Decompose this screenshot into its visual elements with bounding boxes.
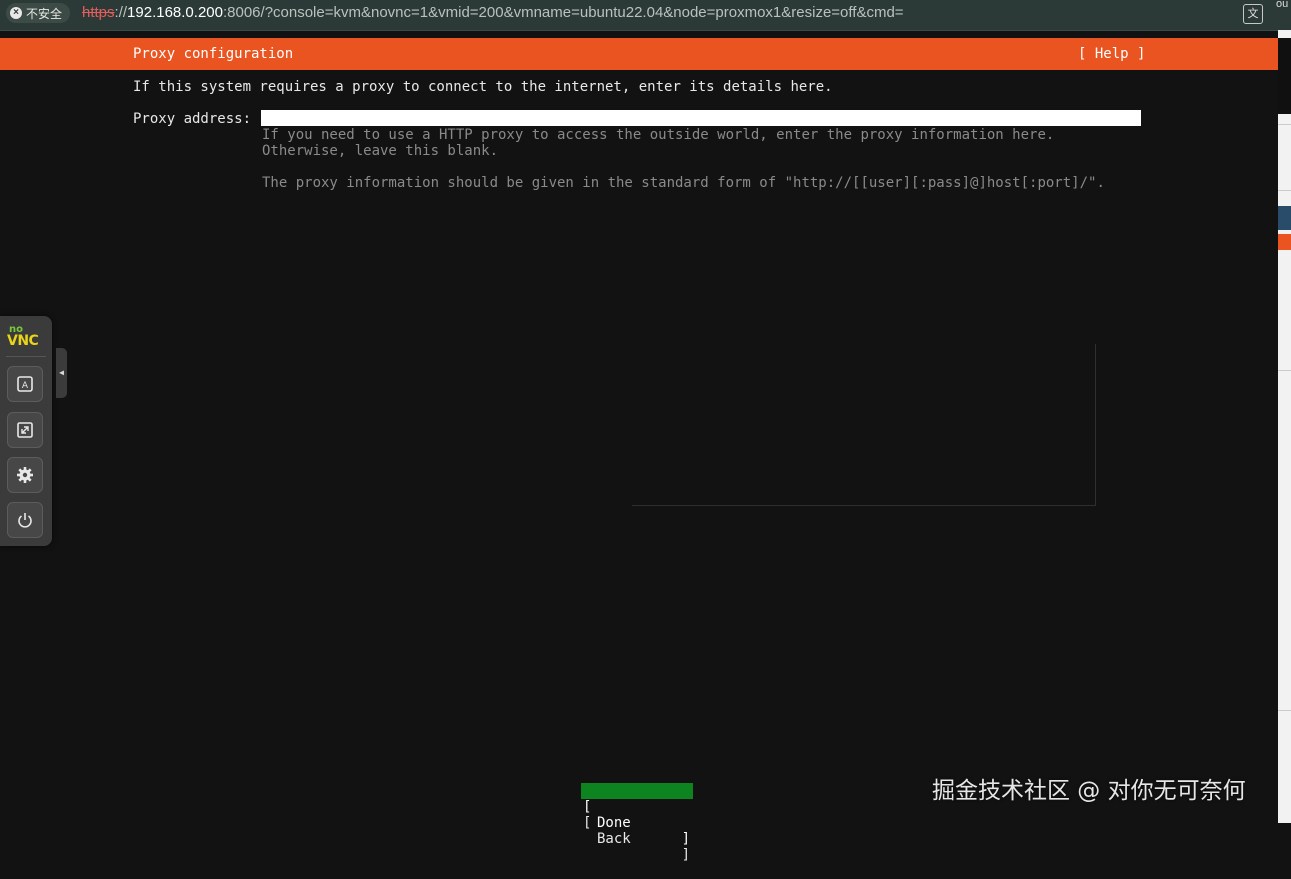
proxy-address-label: Proxy address:	[133, 111, 252, 127]
fullscreen-button[interactable]	[7, 412, 43, 448]
warning-icon: ×	[10, 7, 22, 19]
power-button[interactable]	[7, 502, 43, 538]
help-button[interactable]: [ Help ]	[1078, 46, 1145, 62]
proxy-address-input[interactable]	[261, 110, 1141, 126]
adjacent-window-edge: ou	[1272, 0, 1291, 30]
url-scheme: https	[82, 4, 115, 21]
back-bracket-right: ]	[681, 847, 690, 863]
url-field[interactable]: https://192.168.0.200:8006/?console=kvm&…	[82, 4, 904, 21]
keyboard-icon: A	[17, 376, 33, 392]
novnc-logo: no VNC	[7, 324, 45, 354]
fullscreen-icon	[17, 422, 33, 438]
security-indicator[interactable]: × 不安全	[6, 3, 71, 23]
security-label: 不安全	[26, 6, 63, 21]
settings-icon	[17, 467, 33, 483]
watermark: 掘金技术社区 @ 对你无可奈何	[932, 778, 1246, 804]
svg-text:A: A	[22, 381, 29, 391]
adjacent-line	[1278, 190, 1291, 191]
adjacent-tag	[1278, 206, 1291, 230]
done-button[interactable]: [ Done ]	[581, 783, 693, 847]
novnc-control-bar: no VNC A	[0, 316, 52, 546]
vnc-console[interactable]: Proxy configuration [ Help ] If this sys…	[0, 38, 1278, 863]
adjacent-accent	[1278, 234, 1291, 250]
settings-button[interactable]	[7, 457, 43, 493]
adjacent-dark-block	[1278, 38, 1291, 114]
proxy-format-text: The proxy information should be given in…	[262, 175, 1105, 191]
ghost-overlay-outline	[632, 344, 1096, 506]
translate-icon[interactable]: 文	[1243, 4, 1263, 24]
caret-left-icon: ◀	[59, 368, 64, 377]
logo-vnc: VNC	[7, 333, 39, 349]
installer-header: Proxy configuration [ Help ]	[0, 38, 1278, 70]
adjacent-line	[1278, 124, 1291, 125]
done-bracket-right: ]	[681, 831, 690, 847]
url-separator: ://	[114, 4, 128, 21]
url-host: 192.168.0.200	[127, 4, 223, 21]
proxy-help-text: If you need to use a HTTP proxy to acces…	[262, 127, 1063, 159]
adjacent-window-strip	[1278, 30, 1291, 823]
back-button[interactable]: [ Back ]	[581, 799, 693, 863]
keyboard-button[interactable]: A	[7, 366, 43, 402]
browser-address-bar: × 不安全 https://192.168.0.200:8006/?consol…	[0, 0, 1291, 31]
collapse-handle[interactable]: ◀	[56, 348, 67, 398]
page-title: Proxy configuration	[133, 46, 294, 62]
adjacent-line	[1278, 710, 1291, 711]
back-bracket-left: [	[583, 815, 592, 831]
divider	[6, 356, 46, 357]
adjacent-line	[1278, 370, 1291, 371]
url-path: :8006/?console=kvm&novnc=1&vmid=200&vmna…	[222, 4, 904, 21]
back-button-label: Back	[597, 831, 631, 847]
power-icon	[18, 513, 32, 528]
intro-text: If this system requires a proxy to conne…	[133, 79, 833, 95]
